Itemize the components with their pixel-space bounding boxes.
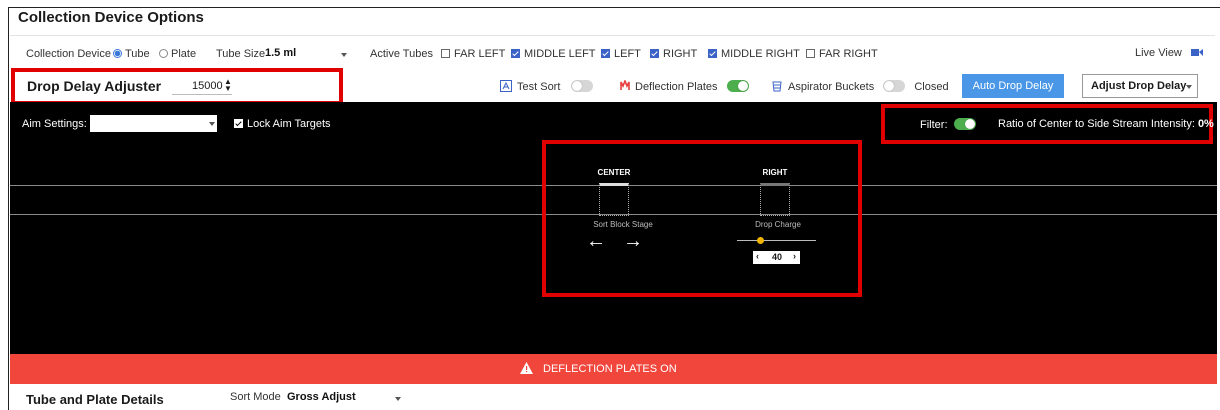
tube-middle-left[interactable]: MIDDLE LEFT xyxy=(511,48,596,60)
radio-selected-icon xyxy=(113,49,122,58)
deflection-plates-banner: DEFLECTION PLATES ON xyxy=(10,354,1217,384)
divider xyxy=(10,35,1215,36)
adjust-drop-delay-select[interactable]: Adjust Drop Delay xyxy=(1082,74,1198,98)
tube-size-value: 1.5 ml xyxy=(265,47,297,59)
checkbox-icon xyxy=(441,49,450,58)
sort-block-label: Sort Block Stage xyxy=(593,220,653,229)
checkbox-checked-icon xyxy=(511,49,520,58)
arrow-left-icon[interactable]: ← xyxy=(586,230,606,252)
radio-unselected-icon xyxy=(159,49,168,58)
sort-mode-label: Sort Mode xyxy=(230,391,281,403)
tube-right[interactable]: RIGHT xyxy=(650,48,697,60)
test-sort-toggle[interactable] xyxy=(571,80,594,92)
aim-settings-select[interactable] xyxy=(90,115,217,132)
center-label: CENTER xyxy=(597,168,631,177)
aspirator-buckets-toggle[interactable] xyxy=(883,80,906,92)
tube-far-left[interactable]: FAR LEFT xyxy=(441,48,505,60)
aim-settings-label: Aim Settings: xyxy=(22,118,87,130)
filter-control[interactable]: Filter: xyxy=(920,118,976,131)
auto-drop-delay-button[interactable]: Auto Drop Delay xyxy=(962,74,1064,98)
deflection-plates-label: Deflection Plates xyxy=(635,81,718,93)
deflection-plates-toggle[interactable] xyxy=(726,80,749,92)
live-view-label: Live View xyxy=(1135,47,1182,59)
test-sort-icon xyxy=(500,80,512,92)
ratio-label: Ratio of Center to Side Stream Intensity… xyxy=(998,118,1195,130)
adjust-drop-delay-value: Adjust Drop Delay xyxy=(1091,80,1187,92)
checkbox-checked-icon xyxy=(601,49,610,58)
chevron-down-icon xyxy=(1186,85,1192,89)
tube-far-right[interactable]: FAR RIGHT xyxy=(806,48,878,60)
warning-icon xyxy=(520,362,533,374)
active-tubes-label: Active Tubes xyxy=(370,48,433,60)
live-view-toggle[interactable]: Live View xyxy=(1135,47,1203,59)
chevron-down-icon xyxy=(395,397,401,401)
drop-charge-label: Drop Charge xyxy=(755,220,801,229)
drop-delay-value: 15000 xyxy=(192,80,223,92)
drop-delay-label: Drop Delay Adjuster xyxy=(27,78,162,94)
tube-size-label: Tube Size xyxy=(216,48,266,60)
right-target[interactable] xyxy=(760,183,790,216)
closed-label: Closed xyxy=(914,81,949,93)
right-label: RIGHT xyxy=(762,168,788,177)
tube-label: MIDDLE LEFT xyxy=(524,48,596,60)
tube-label: FAR RIGHT xyxy=(819,48,878,60)
center-target[interactable] xyxy=(599,183,629,216)
test-sort-label: Test Sort xyxy=(517,81,561,93)
tube-label: MIDDLE RIGHT xyxy=(721,48,800,60)
checkbox-checked-icon xyxy=(650,49,659,58)
drop-charge-slider[interactable] xyxy=(737,237,816,244)
sort-mode-select[interactable]: Gross Adjust xyxy=(287,391,403,403)
tube-label: RIGHT xyxy=(663,48,698,60)
filter-toggle[interactable] xyxy=(953,118,976,130)
drop-charge-value: 40 xyxy=(772,252,783,262)
bucket-icon xyxy=(772,81,782,92)
drop-charge-stepper[interactable]: ‹ 40 › xyxy=(753,251,800,264)
lock-aim-targets-label: Lock Aim Targets xyxy=(247,118,331,130)
filter-label: Filter: xyxy=(920,119,948,131)
arrow-right-icon[interactable]: → xyxy=(623,230,643,252)
aim-panel: Aim Settings: Lock Aim Targets Filter: R… xyxy=(10,102,1217,354)
drop-delay-stepper[interactable]: 15000 ▲ ▼ xyxy=(172,78,232,95)
tube-label: LEFT xyxy=(614,48,641,60)
checkbox-checked-icon xyxy=(708,49,717,58)
deflection-plates-icon xyxy=(620,78,630,90)
chevron-down-icon xyxy=(341,53,347,57)
page-title: Collection Device Options xyxy=(18,9,204,26)
lock-aim-targets-checkbox[interactable]: Lock Aim Targets xyxy=(234,118,331,130)
radio-tube[interactable]: Tube xyxy=(113,48,150,60)
radio-tube-label: Tube xyxy=(125,48,150,60)
tube-plate-details-title: Tube and Plate Details xyxy=(26,392,164,407)
ratio-value: 0% xyxy=(1197,118,1214,130)
increment-icon[interactable]: › xyxy=(793,251,796,261)
test-sort-control[interactable]: Test Sort xyxy=(500,80,594,93)
checkbox-icon xyxy=(806,49,815,58)
radio-plate[interactable]: Plate xyxy=(159,48,196,60)
tube-label: FAR LEFT xyxy=(454,48,506,60)
chevron-down-icon xyxy=(209,122,215,126)
aspirator-buckets-control[interactable]: Aspirator Buckets Closed xyxy=(772,80,949,93)
radio-plate-label: Plate xyxy=(171,48,197,60)
banner-text: DEFLECTION PLATES ON xyxy=(543,363,677,375)
tube-size-select[interactable]: 1.5 ml xyxy=(265,47,353,59)
tube-middle-right[interactable]: MIDDLE RIGHT xyxy=(708,48,800,60)
sort-mode-value: Gross Adjust xyxy=(287,391,356,403)
collection-device-label: Collection Device xyxy=(26,48,111,60)
decrement-icon[interactable]: ‹ xyxy=(756,251,759,261)
stage-highlight xyxy=(542,140,862,297)
aspirator-buckets-label: Aspirator Buckets xyxy=(788,81,875,93)
checkbox-checked-icon xyxy=(234,119,243,128)
spinner-arrows-icon[interactable]: ▲ ▼ xyxy=(224,78,232,93)
ratio-readout: Ratio of Center to Side Stream Intensity… xyxy=(998,118,1214,130)
deflection-plates-control[interactable]: Deflection Plates xyxy=(620,78,749,93)
camera-icon xyxy=(1190,49,1203,56)
tube-left[interactable]: LEFT xyxy=(601,48,641,60)
